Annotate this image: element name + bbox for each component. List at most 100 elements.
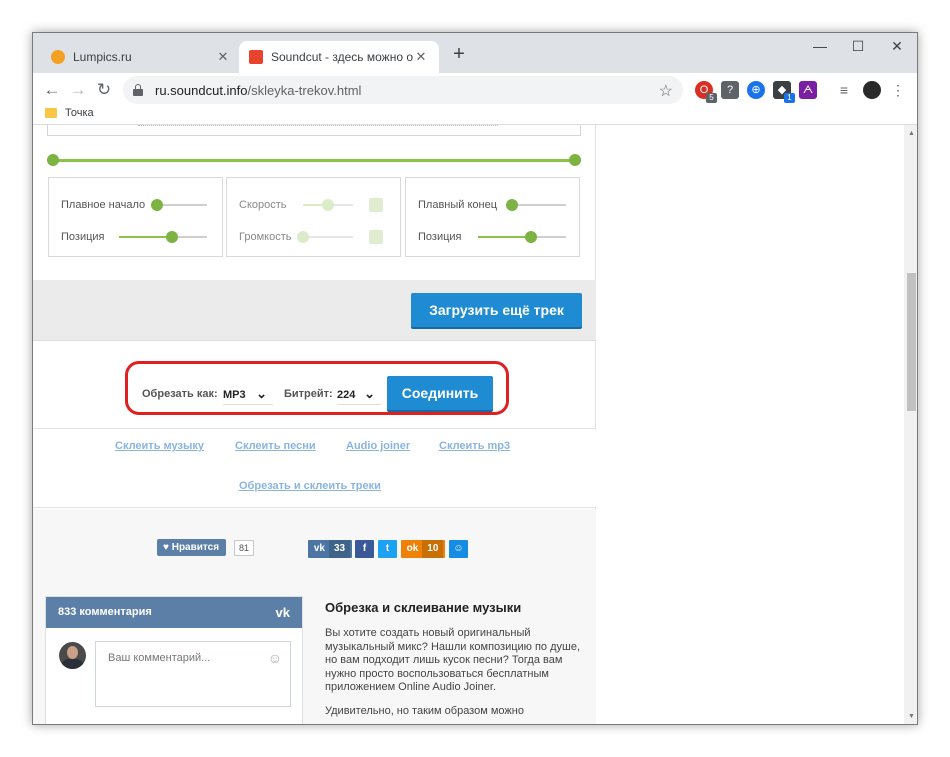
tab-lumpics[interactable]: Lumpics.ru ✕ <box>41 41 241 73</box>
tab-title: Soundcut - здесь можно обреза <box>271 50 413 64</box>
join-settings-row: Обрезать как: MP3 ⌄ Битрейт: 224 ⌄ Соеди… <box>33 341 596 429</box>
range-end-handle[interactable] <box>569 154 581 166</box>
position-label: Позиция <box>418 231 462 243</box>
star-icon[interactable]: ☆ <box>659 81 673 101</box>
tab-soundcut[interactable]: Soundcut - здесь можно обреза ✕ <box>239 41 439 73</box>
fade-out-slider[interactable] <box>506 199 566 211</box>
join-button[interactable]: Соединить <box>387 376 493 410</box>
related-links: Склеить музыку Склеить песни Audio joine… <box>33 430 596 508</box>
fade-out-label: Плавный конец <box>418 199 498 211</box>
soundcut-favicon-icon <box>249 50 263 64</box>
vk-like-button[interactable]: ♥ Нравится <box>157 539 227 556</box>
comment-placeholder: Ваш комментарий... <box>108 652 211 664</box>
menu-icon[interactable]: ⋮ <box>889 81 907 99</box>
article-paragraph: Удивительно, но таким образом можно <box>325 704 524 717</box>
new-tab-icon[interactable]: + <box>449 44 469 64</box>
position-slider[interactable] <box>478 231 566 243</box>
volume-checkbox[interactable] <box>369 230 383 244</box>
upload-another-track-button[interactable]: Загрузить ещё трек <box>411 293 582 327</box>
bitrate-label: Битрейт: <box>284 388 333 400</box>
lumpics-favicon-icon <box>51 50 65 64</box>
social-section: ♥ Нравится 81 vk 33 f t ok 10 ☺ 833 коммен… <box>33 509 596 724</box>
minimize-icon[interactable]: — <box>801 33 839 63</box>
moimir-icon[interactable]: ☺ <box>449 540 468 558</box>
vpn-globe-icon[interactable]: ⊕ <box>747 81 765 99</box>
speed-volume-panel: Скорость Громкость <box>226 177 401 257</box>
page-scrollbar[interactable]: ▲ ▼ <box>904 125 917 724</box>
format-label: Обрезать как: <box>142 388 218 400</box>
page-content: Плавное начало Позиция Скорость Громкост… <box>33 125 596 724</box>
upload-bar: Загрузить ещё трек <box>33 280 596 341</box>
help-icon[interactable]: ? <box>721 81 739 99</box>
address-bar[interactable]: ru.soundcut.info/skleyka-trekov.html ☆ <box>123 76 683 104</box>
extension-badge: 5 <box>706 93 717 103</box>
url-path: /skleyka-trekov.html <box>247 82 362 98</box>
format-select[interactable]: MP3 ⌄ <box>223 385 273 405</box>
article: Обрезка и склеивание музыки Вы хотите со… <box>325 600 590 724</box>
link-audio-joiner[interactable]: Audio joiner <box>346 440 410 452</box>
link-join-mp3[interactable]: Склеить mp3 <box>439 440 510 452</box>
range-start-handle[interactable] <box>47 154 59 166</box>
tab-strip: Lumpics.ru ✕ Soundcut - здесь можно обре… <box>33 33 917 73</box>
link-join-music[interactable]: Склеить музыку <box>115 440 204 452</box>
speed-label: Скорость <box>239 199 287 211</box>
vk-comments-widget: 833 комментария vk Ваш комментарий... ☺ <box>45 596 303 724</box>
opera-icon[interactable]: O5 <box>695 81 717 103</box>
page-viewport: Плавное начало Позиция Скорость Громкост… <box>33 125 917 724</box>
maximize-icon[interactable]: ☐ <box>839 33 877 63</box>
link-join-songs[interactable]: Склеить песни <box>235 440 316 452</box>
reload-icon[interactable]: ↻ <box>91 77 117 103</box>
track-range-slider[interactable] <box>47 153 581 167</box>
profile-avatar[interactable] <box>863 81 881 99</box>
link-cut-and-join[interactable]: Обрезать и склеить треки <box>239 480 381 492</box>
fade-out-panel: Плавный конец Позиция <box>405 177 580 257</box>
facebook-icon[interactable]: f <box>355 540 374 558</box>
article-paragraph: Вы хотите создать новый оригинальный муз… <box>325 627 581 693</box>
bookmark-item[interactable]: Точка <box>45 107 94 119</box>
fade-in-slider[interactable] <box>151 199 207 211</box>
window-close-icon[interactable]: ✕ <box>878 33 916 63</box>
playlist-icon[interactable]: ≡ <box>835 81 853 99</box>
scroll-up-icon[interactable]: ▲ <box>904 127 917 141</box>
fade-in-panel: Плавное начало Позиция <box>48 177 223 257</box>
position-slider[interactable] <box>119 231 207 243</box>
chevron-down-icon: ⌄ <box>364 386 375 401</box>
close-icon[interactable]: ✕ <box>413 49 429 65</box>
bookmarks-bar: Точка <box>33 107 917 125</box>
scrollbar-thumb[interactable] <box>907 273 916 411</box>
close-icon[interactable]: ✕ <box>215 49 231 65</box>
comment-input[interactable]: Ваш комментарий... ☺ <box>95 641 291 707</box>
position-label: Позиция <box>61 231 105 243</box>
back-icon[interactable]: ← <box>39 77 65 103</box>
scroll-down-icon[interactable]: ▼ <box>904 710 917 724</box>
heart-icon: ♥ <box>163 542 169 553</box>
toolbar: ← → ↻ ru.soundcut.info/skleyka-trekov.ht… <box>33 73 917 107</box>
browser-window: Lumpics.ru ✕ Soundcut - здесь можно обре… <box>32 32 918 725</box>
ok-icon: ok <box>406 543 419 554</box>
bitrate-select[interactable]: 224 ⌄ <box>337 385 381 405</box>
twitter-icon[interactable]: t <box>378 540 397 558</box>
bitrate-value: 224 <box>337 389 356 401</box>
like-count: 81 <box>234 540 255 556</box>
odnoklassniki-share-button[interactable]: ok 10 <box>401 540 445 558</box>
vk-icon: vk <box>313 543 325 554</box>
vk-share-count: 33 <box>329 540 351 558</box>
volume-label: Громкость <box>239 231 292 243</box>
speed-slider[interactable] <box>303 199 353 211</box>
format-value: MP3 <box>223 389 246 401</box>
speed-checkbox[interactable] <box>369 198 383 212</box>
folder-icon <box>45 108 57 118</box>
tab-title: Lumpics.ru <box>73 50 132 64</box>
emoji-icon[interactable]: ☺ <box>268 650 282 666</box>
cube-icon[interactable]: ◆ 1 <box>773 81 795 103</box>
vk-share-button[interactable]: vk 33 <box>308 540 352 558</box>
forward-icon[interactable]: → <box>65 77 91 103</box>
volume-slider[interactable] <box>297 231 353 243</box>
url-host: ru.soundcut.info <box>155 82 248 98</box>
lock-icon <box>133 84 143 96</box>
fade-in-label: Плавное начало <box>61 199 146 211</box>
extension-icon[interactable]: ᗅ <box>799 81 817 99</box>
comments-count: 833 комментария <box>58 606 152 618</box>
extension-badge: 1 <box>784 93 795 103</box>
article-title: Обрезка и склеивание музыки <box>325 600 522 615</box>
